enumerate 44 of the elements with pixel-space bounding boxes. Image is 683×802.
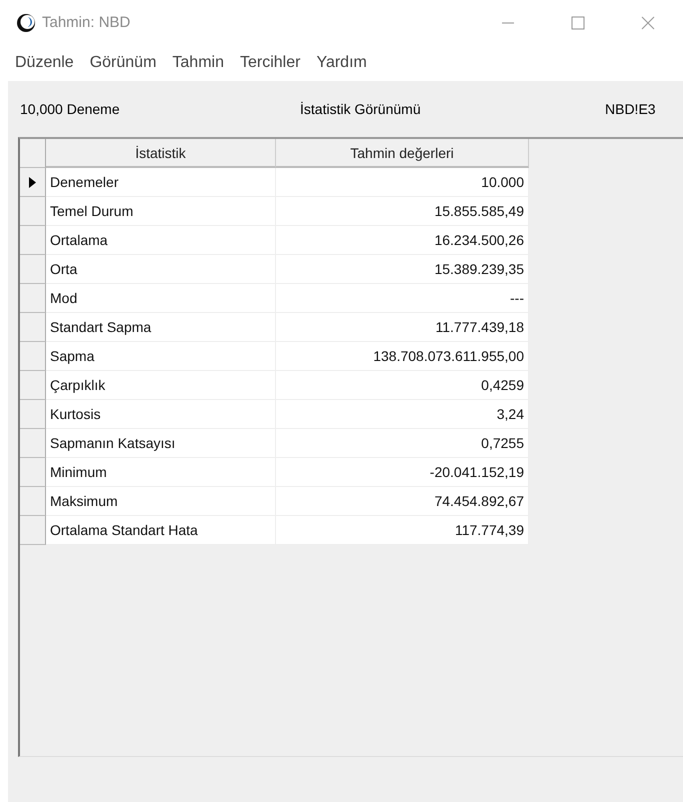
table-cell: Sapmanın Katsayısı — [46, 429, 276, 458]
menu-item[interactable]: Görünüm — [82, 54, 164, 72]
table-cell: --- — [276, 284, 529, 313]
menu-item[interactable]: Tercihler — [232, 54, 308, 72]
table-cell: Maksimum — [46, 487, 276, 516]
table-cell: Standart Sapma — [46, 313, 276, 342]
column-header[interactable]: Tahmin değerleri — [276, 139, 529, 168]
table-cell: 0,4259 — [276, 371, 529, 400]
close-icon — [640, 14, 656, 30]
table-cell: Minimum — [46, 458, 276, 487]
grid-corner — [20, 139, 46, 168]
table-cell: Temel Durum — [46, 197, 276, 226]
table-cell: Mod — [46, 284, 276, 313]
table-cell: 10.000 — [276, 168, 529, 197]
table-cell: 117.774,39 — [276, 516, 529, 545]
table-cell: 15.855.585,49 — [276, 197, 529, 226]
table-cell: Çarpıklık — [46, 371, 276, 400]
table-cell: 3,24 — [276, 400, 529, 429]
table-cell: 138.708.073.611.955,00 — [276, 342, 529, 371]
view-label: İstatistik Görünümü — [300, 101, 422, 117]
menu-item[interactable]: Yardım — [309, 54, 374, 72]
current-row-icon — [29, 176, 36, 188]
table-cell: Ortalama — [46, 226, 276, 255]
table-cell: 16.234.500,26 — [276, 226, 529, 255]
table-cell: 74.454.892,67 — [276, 487, 529, 516]
table-cell: Sapma — [46, 342, 276, 371]
menu-item[interactable]: Düzenle — [8, 54, 81, 72]
table-cell: 0,7255 — [276, 429, 529, 458]
column-header[interactable]: İstatistik — [46, 139, 276, 168]
cell-reference: NBD!E3 — [605, 101, 656, 117]
app-logo-icon — [16, 12, 36, 32]
table-cell: 11.777.439,18 — [276, 313, 529, 342]
table-cell: Denemeler — [46, 168, 276, 197]
table-cell: -20.041.152,19 — [276, 458, 529, 487]
menu-item[interactable]: Tahmin — [165, 54, 231, 72]
minimize-icon — [502, 22, 514, 24]
table-cell: Kurtosis — [46, 400, 276, 429]
table-cell: Orta — [46, 255, 276, 284]
trial-count: 10,000 Deneme — [20, 101, 121, 117]
maximize-icon — [570, 14, 586, 30]
table-cell: 15.389.239,35 — [276, 255, 529, 284]
window-title: Tahmin: NBD — [42, 14, 132, 31]
row-header[interactable] — [20, 168, 46, 197]
table-cell: Ortalama Standart Hata — [46, 516, 276, 545]
